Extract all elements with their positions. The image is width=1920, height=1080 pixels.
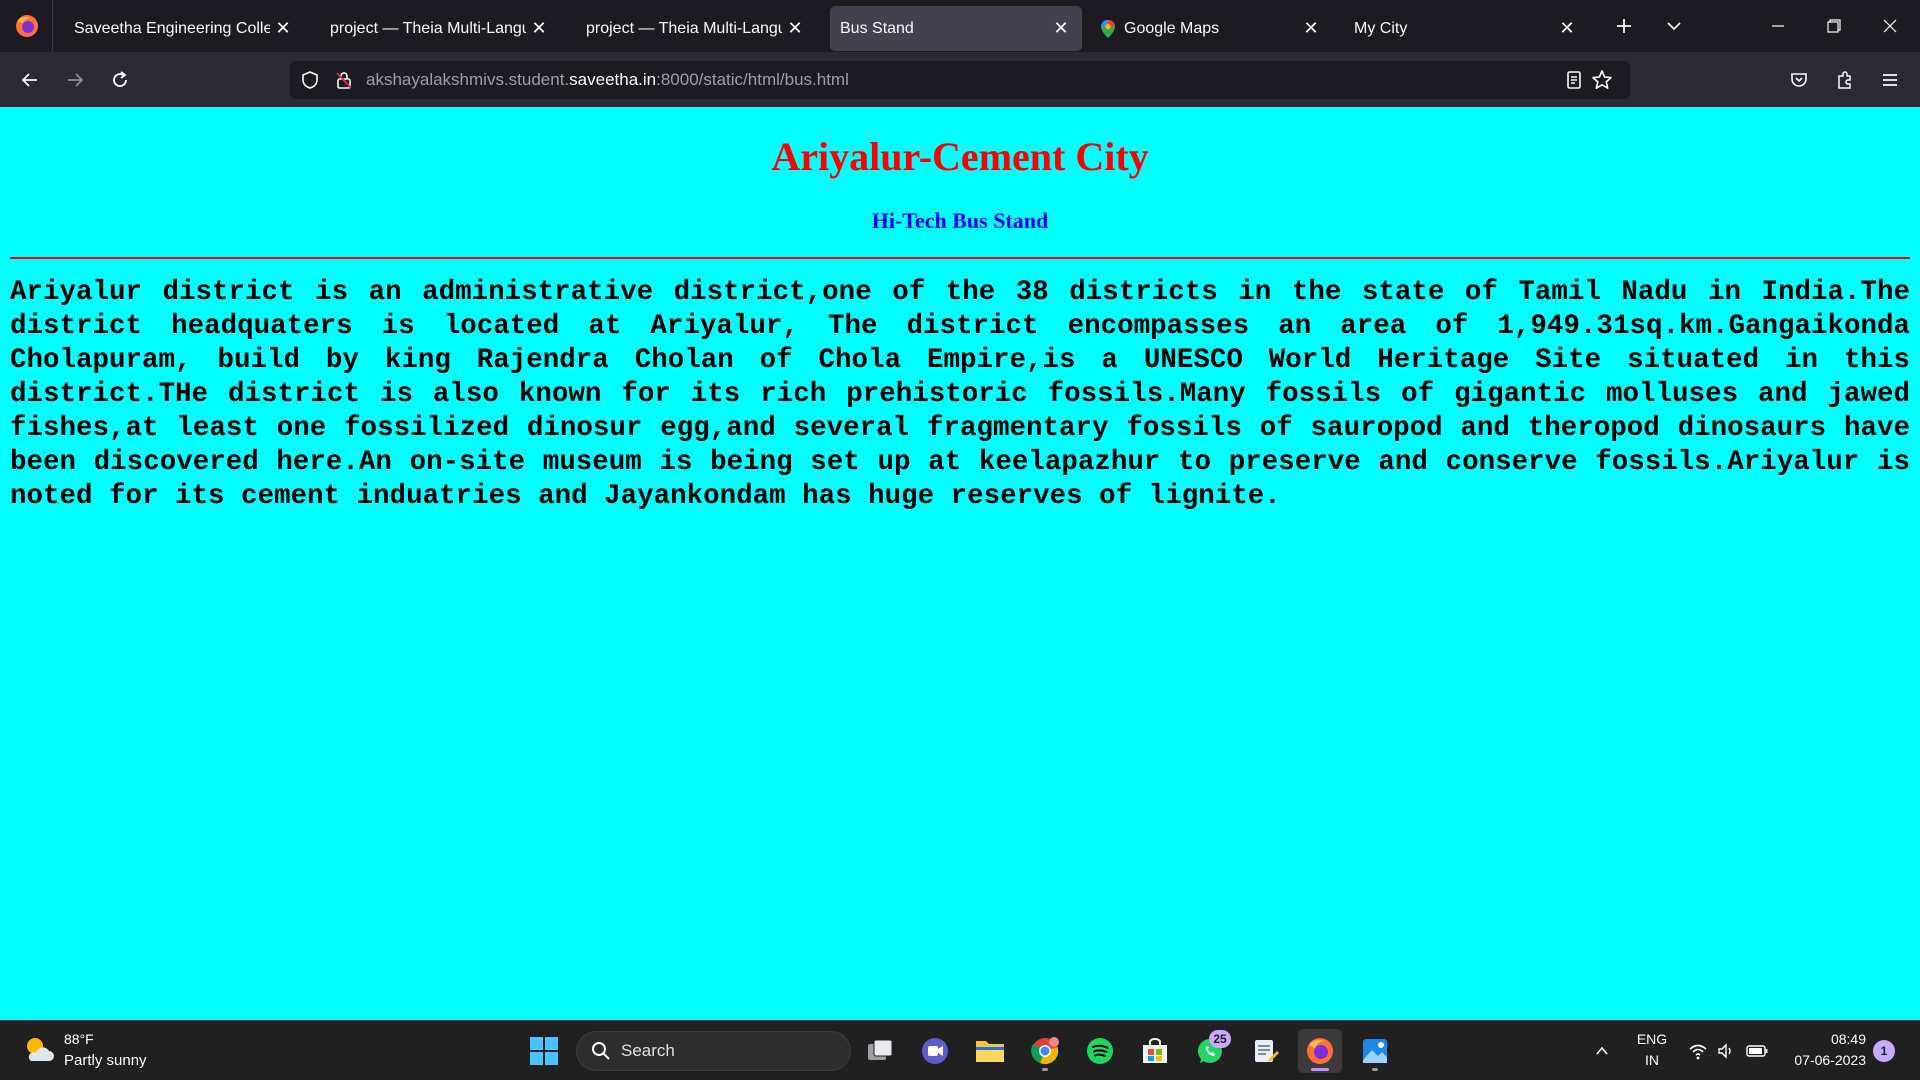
microsoft-store-icon[interactable] [1133, 1029, 1177, 1073]
tab-close-icon[interactable]: ✕ [782, 16, 808, 42]
tab-label: project — Theia Multi-Language [586, 19, 782, 37]
tab-label: Google Maps [1124, 19, 1220, 37]
windows-taskbar: 88°F Partly sunny Search 25 ENG IN 08:49… [0, 1020, 1920, 1080]
input-language-line2[interactable]: IN [1631, 1052, 1673, 1068]
taskbar-search-box[interactable]: Search [576, 1031, 851, 1071]
tab-close-icon[interactable]: ✕ [1298, 16, 1324, 42]
volume-icon[interactable] [1711, 1029, 1741, 1073]
tab-label: Saveetha Engineering College [74, 19, 270, 37]
tab-close-icon[interactable]: ✕ [1554, 16, 1580, 42]
file-explorer-icon[interactable] [968, 1029, 1012, 1073]
district-description: Ariyalur district is an administrative d… [10, 277, 1910, 512]
firefox-menu-icon[interactable] [14, 13, 40, 39]
pocket-icon[interactable] [1781, 62, 1817, 98]
teams-chat-icon[interactable] [913, 1029, 957, 1073]
clock-time[interactable]: 08:49 [1780, 1031, 1866, 1047]
address-bar[interactable]: akshayalakshmivs.student.saveetha.in:800… [290, 61, 1630, 99]
back-button[interactable] [12, 62, 48, 98]
whatsapp-icon[interactable]: 25 [1188, 1029, 1232, 1073]
notification-count-badge[interactable]: 1 [1873, 1040, 1895, 1062]
tab-label: Bus Stand [840, 19, 914, 37]
tab-close-icon[interactable]: ✕ [1048, 16, 1074, 42]
page-title: Ariyalur-Cement City [771, 134, 1149, 179]
clock-date[interactable]: 07-06-2023 [1780, 1052, 1866, 1068]
url-suffix: :8000/static/html/bus.html [656, 70, 849, 89]
tab-label: My City [1354, 19, 1408, 37]
tab-my-city[interactable]: My City ✕ [1342, 6, 1588, 51]
tab-close-icon[interactable]: ✕ [270, 16, 296, 42]
tab-label: project — Theia Multi-Language [330, 19, 526, 37]
url-host: saveetha.in [569, 70, 657, 89]
restore-button[interactable] [1806, 0, 1862, 52]
running-indicator [1311, 1068, 1329, 1071]
chrome-icon[interactable] [1023, 1029, 1067, 1073]
reload-button[interactable] [102, 62, 138, 98]
extensions-puzzle-icon[interactable] [1827, 62, 1863, 98]
app-menu-hamburger-icon[interactable] [1872, 62, 1908, 98]
tab-google-maps[interactable]: Google Maps ✕ [1086, 6, 1332, 51]
list-all-tabs-button[interactable] [1658, 10, 1690, 42]
close-window-button[interactable] [1862, 0, 1918, 52]
horizontal-rule [10, 257, 1910, 259]
windows-start-button[interactable] [522, 1029, 566, 1073]
photos-app-icon[interactable] [1353, 1029, 1397, 1073]
weather-temperature[interactable]: 88°F [64, 1031, 94, 1047]
tab-separator [52, 0, 53, 52]
spotify-icon[interactable] [1078, 1029, 1122, 1073]
tab-bus-stand[interactable]: Bus Stand ✕ [830, 6, 1082, 51]
reader-view-icon[interactable] [1562, 68, 1586, 92]
new-tab-button[interactable] [1608, 10, 1640, 42]
search-icon [592, 1042, 610, 1060]
url-prefix: akshayalakshmivs.student. [366, 70, 570, 89]
weather-description[interactable]: Partly sunny [64, 1052, 147, 1069]
tab-theia-project-2[interactable]: project — Theia Multi-Language ✕ [570, 6, 816, 51]
tab-theia-project-1[interactable]: project — Theia Multi-Language ✕ [314, 6, 560, 51]
notepad-icon[interactable] [1243, 1029, 1287, 1073]
url-text[interactable]: akshayalakshmivs.student.saveetha.in:800… [366, 61, 849, 99]
navigation-toolbar: akshayalakshmivs.student.saveetha.in:800… [0, 52, 1920, 107]
show-hidden-icons-chevron-up-icon[interactable] [1580, 1029, 1624, 1073]
partly-sunny-weather-icon[interactable] [22, 1033, 56, 1067]
forward-button[interactable] [57, 62, 93, 98]
minimize-button[interactable] [1750, 0, 1806, 52]
wifi-icon[interactable] [1683, 1029, 1713, 1073]
maps-pin-icon [1098, 19, 1118, 39]
running-indicator [1372, 1068, 1378, 1071]
insecure-lock-icon[interactable] [332, 68, 356, 92]
tab-bar: Saveetha Engineering College ✕ project —… [0, 0, 1920, 52]
tab-close-icon[interactable]: ✕ [526, 16, 552, 42]
input-language-line1[interactable]: ENG [1631, 1031, 1673, 1047]
firefox-taskbar-icon[interactable] [1298, 1029, 1342, 1073]
task-view-icon[interactable] [858, 1029, 902, 1073]
tracking-protection-shield-icon[interactable] [298, 68, 322, 92]
whatsapp-unread-badge: 25 [1209, 1030, 1231, 1048]
bookmark-star-icon[interactable] [1590, 68, 1614, 92]
tab-saveetha-engineering-college[interactable]: Saveetha Engineering College ✕ [58, 6, 304, 51]
running-indicator [1042, 1068, 1048, 1071]
search-label: Search [621, 1041, 675, 1060]
page-subtitle: Hi-Tech Bus Stand [871, 208, 1049, 233]
web-page-content: Ariyalur-Cement City Hi-Tech Bus Stand A… [0, 107, 1920, 1020]
battery-icon[interactable] [1741, 1029, 1773, 1073]
